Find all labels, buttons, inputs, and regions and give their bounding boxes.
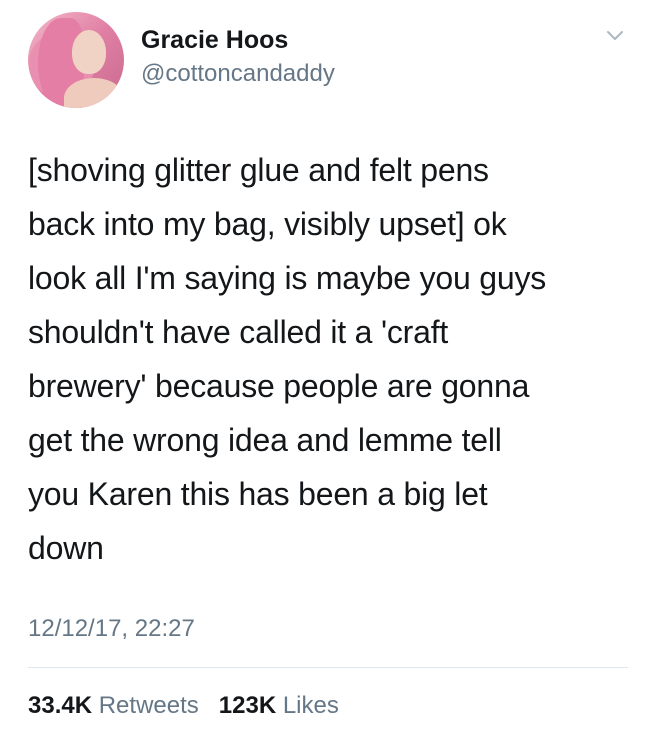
avatar-face	[72, 30, 106, 74]
retweets-label: Retweets	[98, 692, 199, 719]
tweet-text-line: brewery' because people are gonna	[28, 368, 530, 404]
tweet-text-line: look all I'm saying is maybe you guys	[28, 260, 547, 296]
tweet-text-line: get the wrong idea and lemme tell	[28, 422, 502, 458]
display-name[interactable]: Gracie Hoos	[141, 26, 288, 55]
tweet-text-line: down	[28, 530, 104, 566]
divider	[28, 667, 628, 668]
tweet-stats: 33.4K Retweets 123K Likes	[28, 692, 339, 720]
retweets-count: 33.4K	[28, 692, 93, 719]
tweet-text: [shoving glitter glue and felt pens back…	[28, 143, 628, 575]
likes-count: 123K	[218, 692, 277, 719]
user-handle[interactable]: @cottoncandaddy	[141, 60, 335, 88]
tweet-text-line: you Karen this has been a big let	[28, 476, 488, 512]
likes-label: Likes	[282, 692, 339, 719]
tweet-text-line: back into my bag, visibly upset] ok	[28, 206, 507, 242]
avatar-shoulder	[64, 78, 124, 108]
tweet-card: Gracie Hoos @cottoncandaddy [shoving gli…	[0, 0, 650, 741]
tweet-text-line: shouldn't have called it a 'craft	[28, 314, 449, 350]
avatar[interactable]	[28, 12, 124, 108]
retweets-stat[interactable]: 33.4K Retweets	[28, 692, 205, 719]
tweet-timestamp[interactable]: 12/12/17, 22:27	[28, 615, 195, 643]
likes-stat[interactable]: 123K Likes	[219, 692, 339, 719]
chevron-down-icon[interactable]	[606, 30, 624, 42]
tweet-text-line: [shoving glitter glue and felt pens	[28, 152, 489, 188]
